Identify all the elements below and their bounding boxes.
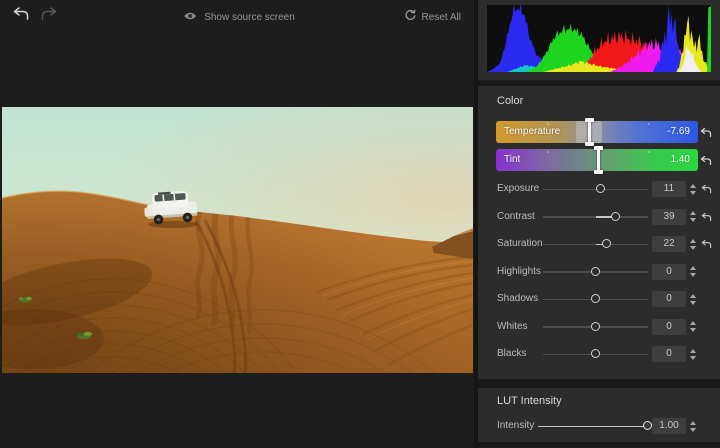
stepper-down-icon[interactable] — [689, 273, 696, 277]
stepper[interactable] — [688, 236, 697, 252]
slider-handle[interactable] — [590, 266, 600, 276]
lut-section-title: LUT Intensity — [497, 395, 562, 407]
value-box[interactable]: 1.00 — [652, 418, 686, 434]
slider-track[interactable] — [543, 184, 648, 193]
tint-handle[interactable] — [593, 146, 603, 174]
slider-handle[interactable] — [590, 349, 600, 358]
adjustment-label: Whites — [497, 320, 528, 332]
tint-reset-icon[interactable] — [699, 152, 713, 168]
stepper-up-icon[interactable] — [689, 266, 696, 270]
stepper-down-icon[interactable] — [689, 300, 696, 305]
image-preview — [2, 107, 473, 373]
adjustment-row-whites: Whites 0 — [478, 318, 720, 335]
editor-area: Show source screen Reset All — [0, 0, 474, 448]
undo-icon — [12, 7, 30, 25]
eye-icon — [183, 8, 197, 26]
stepper-down-icon[interactable] — [689, 427, 696, 432]
slider-track[interactable] — [543, 294, 648, 303]
stepper[interactable] — [688, 264, 697, 280]
adjustment-row-saturation: Saturation 22 — [478, 236, 720, 252]
stepper[interactable] — [688, 291, 697, 307]
reset-icon[interactable] — [699, 236, 713, 252]
desert-photo — [2, 107, 473, 373]
slider-track[interactable] — [543, 321, 648, 331]
stepper-up-icon[interactable] — [689, 183, 696, 188]
slider-handle[interactable] — [590, 321, 600, 331]
histogram-card — [478, 0, 720, 80]
value-box[interactable]: 39 — [652, 208, 686, 225]
show-source-label: Show source screen — [204, 11, 295, 23]
stepper-down-icon[interactable] — [689, 218, 696, 222]
slider-handle[interactable] — [610, 211, 620, 221]
reset-all-label: Reset All — [421, 11, 461, 23]
value-box[interactable]: 0 — [652, 291, 686, 307]
value-box[interactable]: 0 — [652, 346, 686, 362]
stepper[interactable] — [688, 346, 697, 362]
rgb-histogram — [487, 5, 711, 72]
color-section: Color Temperature -7.69 Tint 1.40 Exposu… — [478, 86, 720, 379]
slider-track[interactable] — [543, 266, 648, 276]
temperature-reset-icon[interactable] — [699, 124, 713, 140]
lut-section: LUT Intensity Intensity 1.00 — [478, 388, 720, 442]
slider-track[interactable] — [538, 421, 652, 430]
tint-label: Tint — [504, 154, 521, 165]
tint-value: 1.40 — [670, 154, 690, 165]
slider-handle[interactable] — [602, 239, 612, 248]
reset-all-icon — [404, 8, 416, 26]
adjustment-row-shadows: Shadows 0 — [478, 291, 720, 307]
undo-button[interactable] — [12, 6, 30, 26]
slider-track[interactable] — [543, 239, 648, 248]
intensity-label: Intensity — [497, 420, 535, 431]
tint-slider[interactable]: Tint 1.40 — [496, 146, 698, 174]
reset-icon[interactable] — [699, 209, 713, 225]
value-box[interactable]: 11 — [652, 181, 686, 197]
slider-track[interactable] — [543, 211, 648, 221]
stepper-up-icon[interactable] — [689, 321, 696, 325]
lut-intensity-row: Intensity 1.00 — [478, 418, 720, 434]
stepper-down-icon[interactable] — [689, 355, 696, 360]
temperature-handle[interactable] — [584, 118, 594, 146]
temperature-value: -7.69 — [667, 126, 690, 137]
stepper-down-icon[interactable] — [689, 245, 696, 250]
stepper-up-icon[interactable] — [689, 420, 696, 425]
stepper[interactable] — [688, 418, 697, 434]
stepper[interactable] — [688, 319, 697, 335]
redo-icon — [40, 7, 58, 25]
adjustments-panel: Color Temperature -7.69 Tint 1.40 Exposu… — [478, 0, 720, 448]
value-box[interactable]: 22 — [652, 236, 686, 252]
slider-handle[interactable] — [596, 184, 606, 193]
adjustment-label: Highlights — [497, 265, 541, 277]
toolbar: Show source screen Reset All — [0, 0, 474, 30]
stepper-down-icon[interactable] — [689, 328, 696, 332]
value-box[interactable]: 0 — [652, 318, 686, 335]
slider-track[interactable] — [543, 349, 648, 358]
adjustment-label: Exposure — [497, 183, 540, 194]
adjustment-label: Contrast — [497, 210, 535, 222]
adjustment-label: Saturation — [497, 238, 543, 249]
slider-handle[interactable] — [590, 294, 600, 303]
adjustment-row-highlights: Highlights 0 — [478, 263, 720, 280]
stepper-up-icon[interactable] — [689, 348, 696, 353]
slider-fill — [538, 425, 648, 427]
slider-handle[interactable] — [643, 421, 652, 430]
temperature-slider[interactable]: Temperature -7.69 — [496, 118, 698, 146]
temperature-label: Temperature — [504, 126, 561, 137]
adjustment-row-blacks: Blacks 0 — [478, 346, 720, 362]
adjustment-label: Blacks — [497, 348, 527, 359]
value-box[interactable]: 0 — [652, 263, 686, 280]
reset-all-button[interactable]: Reset All — [404, 8, 461, 26]
reset-icon[interactable] — [699, 181, 713, 197]
stepper[interactable] — [688, 209, 697, 225]
color-section-title: Color — [497, 95, 524, 107]
adjustment-row-exposure: Exposure 11 — [478, 181, 720, 197]
stepper-down-icon[interactable] — [689, 190, 696, 195]
adjustment-label: Shadows — [497, 293, 539, 304]
redo-button[interactable] — [40, 6, 58, 26]
stepper-up-icon[interactable] — [689, 293, 696, 298]
show-source-button[interactable]: Show source screen — [183, 8, 295, 26]
stepper-up-icon[interactable] — [689, 238, 696, 243]
stepper[interactable] — [688, 181, 697, 197]
adjustment-row-contrast: Contrast 39 — [478, 208, 720, 225]
stepper-up-icon[interactable] — [689, 211, 696, 215]
